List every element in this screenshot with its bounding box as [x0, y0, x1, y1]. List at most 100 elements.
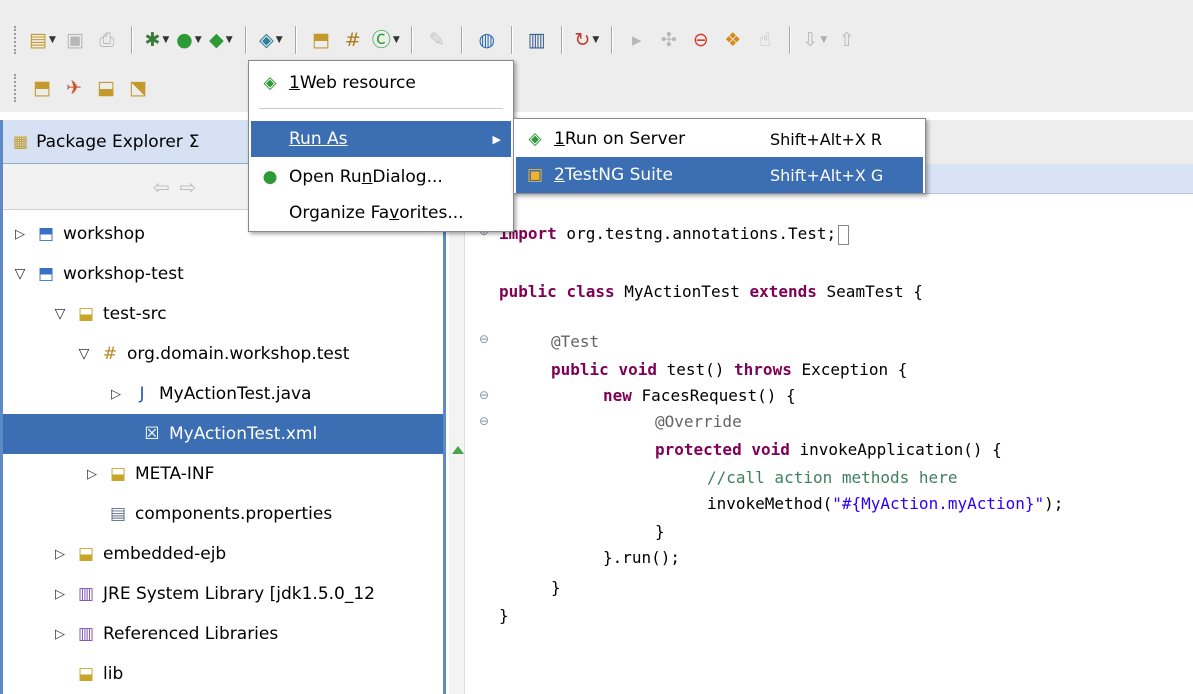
debug-button[interactable]: ✱ ▼ — [144, 25, 170, 55]
new-wizard-button[interactable]: ▤ ▼ — [29, 25, 56, 55]
step-button[interactable]: ☝ — [752, 25, 778, 55]
menu-item-web-resource[interactable]: ◈ 1 Web resource — [251, 65, 511, 101]
fold-icon[interactable]: ⊖ — [479, 414, 489, 428]
new-project-icon: ⬒ — [311, 28, 330, 51]
toolbar-separator — [130, 26, 133, 54]
seam-project-button[interactable]: ⬒ — [29, 73, 55, 103]
toolbar-grip[interactable] — [14, 26, 18, 54]
code-line-override: @Override — [655, 410, 742, 434]
print-button[interactable]: ⎙ — [94, 25, 120, 55]
resume-icon: ▸ — [632, 28, 642, 51]
fold-icon[interactable]: ⊖ — [479, 332, 489, 346]
collapsed-arrow-icon[interactable]: ▷ — [107, 387, 125, 402]
save-button[interactable]: ▣ — [62, 25, 88, 55]
source-folder-icon: ⬓ — [77, 304, 95, 324]
pen-icon: ✎ — [428, 28, 445, 51]
toolbar-row-1: ▤ ▼ ▣ ⎙ ✱ ▼ ● ▼ ◆ ▼ ◈ ▼ ⬒ # Ⓒ ▼ ✎ ◍ ▥ ↻ ▼ ▸ ✣ ⊖… — [0, 20, 1193, 60]
next-annotation-button[interactable]: ⇩ ▼ — [802, 25, 828, 55]
dropdown-arrow-icon: ▼ — [820, 35, 828, 45]
toolbar-separator — [244, 26, 247, 54]
pen-button[interactable]: ✎ — [424, 25, 450, 55]
run-dropdown-menu: ◈ 1 Web resource Run As ▶ ● Open Ru n Dia… — [248, 60, 514, 232]
menu-item-organize-favorites[interactable]: Organize Fa v orites... — [251, 195, 511, 231]
collapsed-arrow-icon[interactable]: ▷ — [51, 547, 69, 562]
code-line-invoke-application: protected void invokeApplication() { — [655, 438, 1002, 462]
open-browser-button[interactable]: ◍ — [474, 25, 500, 55]
collapsed-arrow-icon[interactable]: ▷ — [51, 627, 69, 642]
xml-file-icon: ☒ — [144, 424, 160, 444]
server-run-icon: ◈ — [528, 129, 542, 149]
tree-item-workshop-test[interactable]: ▽ ⬒ workshop-test — [11, 254, 184, 294]
tree-item-myactiontest-java[interactable]: ▷ J MyActionTest.java — [107, 374, 311, 414]
seam-action-button[interactable]: ✈ — [61, 73, 87, 103]
run-button[interactable]: ● ▼ — [176, 25, 202, 55]
run-on-server-button[interactable]: ◈ ▼ — [258, 25, 284, 55]
expanded-arrow-icon[interactable]: ▽ — [11, 266, 29, 282]
tree-item-jre-system-library[interactable]: ▷ ▥ JRE System Library [jdk1.5.0_12 — [51, 574, 375, 614]
java-editor[interactable]: ⊕ ⊖ ⊖ ⊖ import org.testng.annotations.Te… — [449, 194, 1193, 694]
collapsed-arrow-icon[interactable]: ▷ — [83, 467, 101, 482]
toolbar-grip[interactable] — [14, 74, 18, 102]
step-icon: ☝ — [759, 28, 771, 51]
new-package-button[interactable]: # — [340, 25, 366, 55]
close-tab-icon[interactable]: Σ — [189, 132, 200, 152]
expanded-arrow-icon[interactable]: ▽ — [51, 306, 69, 322]
toolbar-separator — [560, 26, 563, 54]
forward-arrow-icon[interactable]: ⇨ — [180, 175, 197, 199]
menu-item-open-run-dialog[interactable]: ● Open Ru n Dialog... — [251, 159, 511, 195]
menu-item-run-as[interactable]: Run As ▶ — [251, 121, 511, 157]
skip-breakpoints-button[interactable]: ✣ — [656, 25, 682, 55]
menu-item-run-on-server[interactable]: ◈ 1 Run on Server Shift+Alt+X R — [516, 121, 923, 157]
code-text: } — [551, 578, 561, 597]
tree-item-components-properties[interactable]: ▤ components.properties — [107, 494, 332, 534]
expanded-arrow-icon[interactable]: ▽ — [75, 346, 93, 362]
tree-item-label: META-INF — [135, 464, 215, 484]
dropdown-arrow-icon: ▼ — [48, 35, 56, 45]
tree-item-label: MyActionTest.java — [159, 384, 312, 404]
tree-item-lib[interactable]: ⬓ lib — [75, 654, 123, 694]
seam-form-icon: ⬓ — [97, 76, 115, 99]
terminate-button[interactable]: ⊖ — [688, 25, 714, 55]
seam-project-icon: ⬒ — [33, 76, 51, 99]
tree-item-referenced-libraries[interactable]: ▷ ▥ Referenced Libraries — [51, 614, 278, 654]
seam-entity-button[interactable]: ⬔ — [125, 73, 151, 103]
collapsed-arrow-icon[interactable]: ▷ — [11, 227, 29, 242]
menu-item-testng-suite[interactable]: ▣ 2 TestNG Suite Shift+Alt+X G — [516, 157, 923, 193]
code-string: "#{MyAction.myAction}" — [832, 494, 1045, 513]
collapsed-imports-marker[interactable] — [838, 224, 850, 245]
task-icon: ▥ — [527, 28, 546, 51]
collapsed-arrow-icon[interactable]: ▷ — [51, 587, 69, 602]
code-line-new-request: new FacesRequest() { — [603, 384, 796, 408]
project-icon: ⬒ — [37, 264, 55, 284]
seam-form-button[interactable]: ⬓ — [93, 73, 119, 103]
explorer-scrollbar[interactable] — [443, 210, 446, 694]
team-sync-button[interactable]: ↻ ▼ — [574, 25, 600, 55]
rocket-icon: ✈ — [66, 76, 82, 99]
tree-item-meta-inf[interactable]: ▷ ⬓ META-INF — [83, 454, 214, 494]
tree-item-workshop[interactable]: ▷ ⬒ workshop — [11, 214, 145, 254]
sync-icon: ↻ — [574, 28, 591, 51]
new-class-button[interactable]: Ⓒ ▼ — [372, 25, 400, 55]
tree-item-label: workshop — [63, 224, 145, 244]
tree-item-label: Referenced Libraries — [103, 624, 279, 644]
tree-item-embedded-ejb[interactable]: ▷ ⬓ embedded-ejb — [51, 534, 226, 574]
tree-item-label: org.domain.workshop.test — [127, 344, 350, 364]
open-task-button[interactable]: ▥ — [524, 25, 550, 55]
tree-item-test-src[interactable]: ▽ ⬓ test-src — [51, 294, 167, 334]
previous-annotation-button[interactable]: ⇧ — [834, 25, 860, 55]
tree-item-package[interactable]: ▽ # org.domain.workshop.test — [75, 334, 350, 374]
green-marker-icon — [452, 446, 464, 454]
editor-left-ruler — [449, 194, 465, 694]
run-as-submenu: ◈ 1 Run on Server Shift+Alt+X R ▣ 2 Test… — [513, 118, 926, 194]
fold-icon[interactable]: ⊖ — [479, 388, 489, 402]
back-arrow-icon[interactable]: ⇦ — [153, 175, 170, 199]
tree-item-myactiontest-xml[interactable]: ☒ MyActionTest.xml — [3, 414, 443, 454]
external-tools-button[interactable]: ◆ ▼ — [208, 25, 234, 55]
new-project-button[interactable]: ⬒ — [308, 25, 334, 55]
skip-icon: ✣ — [660, 28, 677, 51]
menu-item-label: Web resource — [299, 73, 416, 93]
resume-button[interactable]: ▸ — [624, 25, 650, 55]
code-text: org.testng.annotations.Test; — [556, 224, 837, 243]
disconnect-button[interactable]: ❖ — [720, 25, 746, 55]
code-text: test() — [656, 360, 735, 379]
